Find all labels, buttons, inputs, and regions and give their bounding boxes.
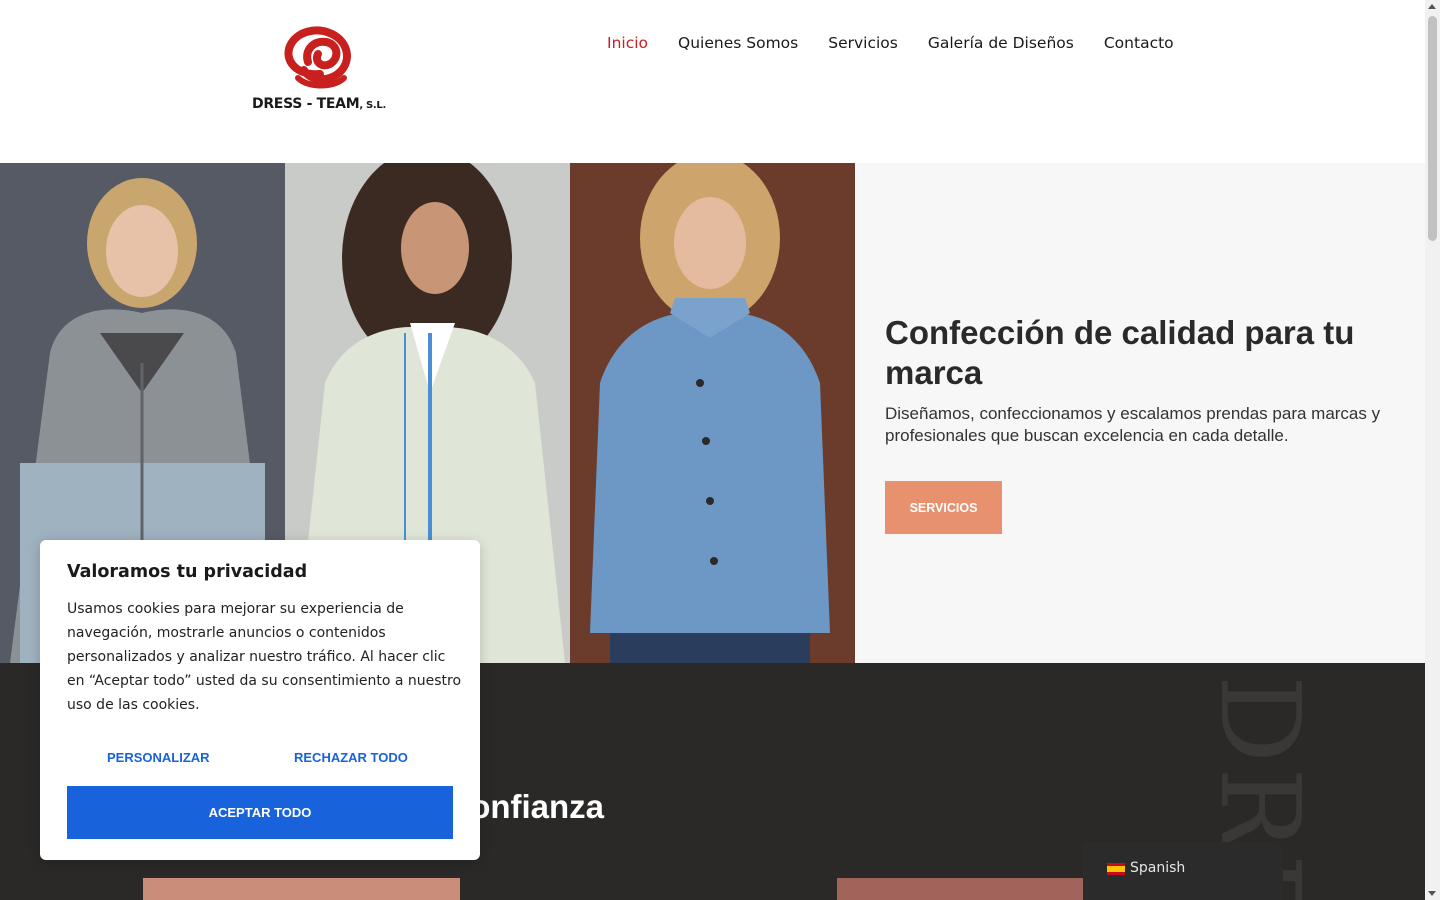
scroll-down-icon[interactable] (1428, 891, 1436, 896)
accept-all-button[interactable]: ACEPTAR TODO (67, 786, 453, 839)
logo-wordmark: DRESS - TEAM, S.L. (252, 96, 386, 112)
hero-photo-blue-coat (570, 163, 855, 663)
main-nav: Inicio Quienes Somos Servicios Galería d… (607, 34, 1174, 52)
rose-logo-icon (284, 26, 351, 89)
spain-flag-icon (1107, 863, 1125, 875)
nav-item-inicio[interactable]: Inicio (607, 34, 648, 52)
hero-title: Confección de calidad para tu marca (885, 314, 1355, 391)
customize-button[interactable]: PERSONALIZAR (107, 750, 210, 765)
cookie-title: Valoramos tu privacidad (67, 562, 308, 582)
nav-item-galeria[interactable]: Galería de Diseños (928, 34, 1074, 52)
hero-subtitle: Diseñamos, confeccionamos y escalamos pr… (885, 404, 1381, 445)
page-scrollbar[interactable] (1425, 0, 1440, 900)
section-image-right (837, 878, 1087, 900)
brand-logo[interactable]: DRESS - TEAM, S.L. (248, 22, 393, 118)
scroll-thumb[interactable] (1428, 16, 1437, 241)
nav-item-servicios[interactable]: Servicios (828, 34, 898, 52)
cookie-consent-dialog: Valoramos tu privacidad Usamos cookies p… (40, 540, 480, 860)
cookie-text: Usamos cookies para mejorar su experienc… (67, 601, 462, 713)
nav-item-contacto[interactable]: Contacto (1104, 34, 1174, 52)
nav-item-quienes-somos[interactable]: Quienes Somos (678, 34, 798, 52)
language-label: Spanish (1130, 860, 1186, 876)
section-image-left (143, 878, 460, 900)
site-header: DRESS - TEAM, S.L. Inicio Quienes Somos … (0, 0, 1425, 163)
language-switcher[interactable]: Spanish (1083, 842, 1283, 900)
services-button[interactable]: SERVICIOS (885, 481, 1002, 534)
reject-all-button[interactable]: RECHAZAR TODO (294, 750, 408, 765)
scroll-up-icon[interactable] (1428, 4, 1436, 9)
